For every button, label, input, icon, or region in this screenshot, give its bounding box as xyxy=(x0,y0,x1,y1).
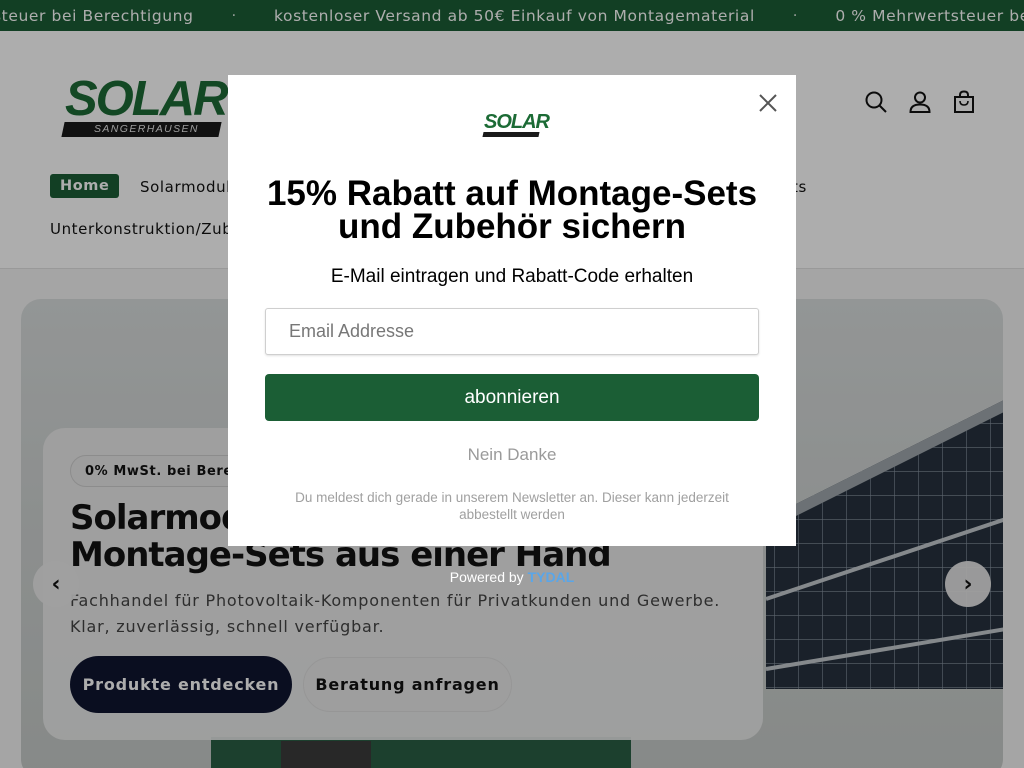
powered-by[interactable]: Powered by TYDAL xyxy=(0,569,1024,585)
powered-by-label: Powered by xyxy=(449,569,524,585)
email-field[interactable] xyxy=(265,308,759,355)
popup-subtitle: E-Mail eintragen und Rabatt-Code erhalte… xyxy=(330,266,694,287)
subscribe-button[interactable]: abonnieren xyxy=(265,374,759,421)
popup-logo-word: SOLAR xyxy=(484,111,550,133)
newsletter-popup: SOLAR 15% Rabatt auf Montage-Sets und Zu… xyxy=(228,75,796,546)
popup-title: 15% Rabatt auf Montage-Sets und Zubehör … xyxy=(266,174,758,246)
popup-logo: SOLAR xyxy=(482,111,550,139)
popup-legal-text: Du meldest dich gerade in unserem Newsle… xyxy=(295,490,729,522)
close-icon[interactable] xyxy=(756,91,780,115)
decline-button[interactable]: Nein Danke xyxy=(258,445,766,465)
tydal-link[interactable]: TYDAL xyxy=(528,569,575,585)
